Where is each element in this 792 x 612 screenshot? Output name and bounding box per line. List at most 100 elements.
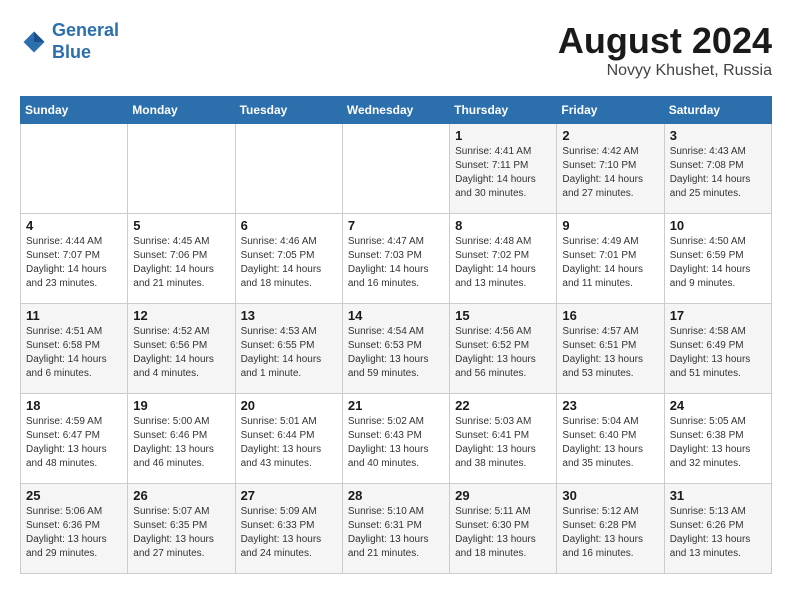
day-number: 11	[26, 308, 122, 323]
calendar-cell: 16 Sunrise: 4:57 AMSunset: 6:51 PMDayligh…	[557, 304, 664, 394]
logo-blue: Blue	[52, 42, 119, 64]
day-number: 14	[348, 308, 444, 323]
logo-text: General Blue	[52, 20, 119, 63]
day-number: 23	[562, 398, 658, 413]
calendar-table: SundayMondayTuesdayWednesdayThursdayFrid…	[20, 96, 772, 574]
day-info: Sunrise: 5:05 AMSunset: 6:38 PMDaylight:…	[670, 415, 766, 471]
calendar-cell: 11 Sunrise: 4:51 AMSunset: 6:58 PMDayligh…	[21, 304, 128, 394]
weekday-header-row: SundayMondayTuesdayWednesdayThursdayFrid…	[21, 97, 772, 124]
day-number: 29	[455, 488, 551, 503]
page-header: General Blue August 2024 Novyy Khushet, …	[20, 20, 772, 80]
day-info: Sunrise: 5:04 AMSunset: 6:40 PMDaylight:…	[562, 415, 658, 471]
calendar-cell: 23 Sunrise: 5:04 AMSunset: 6:40 PMDayligh…	[557, 394, 664, 484]
day-number: 7	[348, 218, 444, 233]
day-number: 31	[670, 488, 766, 503]
day-number: 22	[455, 398, 551, 413]
day-info: Sunrise: 4:43 AMSunset: 7:08 PMDaylight:…	[670, 145, 766, 201]
calendar-cell: 19 Sunrise: 5:00 AMSunset: 6:46 PMDayligh…	[128, 394, 235, 484]
calendar-cell: 5Sunrise: 4:45 AMSunset: 7:06 PMDaylight…	[128, 214, 235, 304]
calendar-cell: 12 Sunrise: 4:52 AMSunset: 6:56 PMDayligh…	[128, 304, 235, 394]
day-number: 9	[562, 218, 658, 233]
day-number: 27	[241, 488, 337, 503]
day-number: 6	[241, 218, 337, 233]
calendar-week-row: 1 Sunrise: 4:41 AMSunset: 7:11 PMDaylight…	[21, 124, 772, 214]
day-number: 21	[348, 398, 444, 413]
day-info: Sunrise: 4:50 AMSunset: 6:59 PMDaylight:…	[670, 235, 766, 291]
day-number: 2	[562, 128, 658, 143]
location-subtitle: Novyy Khushet, Russia	[558, 62, 772, 80]
logo-icon	[20, 28, 48, 56]
day-number: 17	[670, 308, 766, 323]
day-number: 25	[26, 488, 122, 503]
calendar-cell: 31Sunrise: 5:13 AMSunset: 6:26 PMDayligh…	[664, 484, 771, 574]
day-info: Sunrise: 5:10 AMSunset: 6:31 PMDaylight:…	[348, 505, 444, 561]
calendar-cell: 14 Sunrise: 4:54 AMSunset: 6:53 PMDayligh…	[342, 304, 449, 394]
calendar-cell: 13 Sunrise: 4:53 AMSunset: 6:55 PMDayligh…	[235, 304, 342, 394]
day-info: Sunrise: 4:54 AMSunset: 6:53 PMDaylight:…	[348, 325, 444, 381]
day-info: Sunrise: 4:53 AMSunset: 6:55 PMDaylight:…	[241, 325, 337, 381]
day-number: 26	[133, 488, 229, 503]
day-info: Sunrise: 4:52 AMSunset: 6:56 PMDaylight:…	[133, 325, 229, 381]
calendar-week-row: 4Sunrise: 4:44 AMSunset: 7:07 PMDaylight…	[21, 214, 772, 304]
day-number: 5	[133, 218, 229, 233]
day-info: Sunrise: 4:48 AMSunset: 7:02 PMDaylight:…	[455, 235, 551, 291]
day-info: Sunrise: 4:46 AMSunset: 7:05 PMDaylight:…	[241, 235, 337, 291]
calendar-cell: 27 Sunrise: 5:09 AMSunset: 6:33 PMDayligh…	[235, 484, 342, 574]
calendar-cell: 6 Sunrise: 4:46 AMSunset: 7:05 PMDaylight…	[235, 214, 342, 304]
calendar-cell: 1 Sunrise: 4:41 AMSunset: 7:11 PMDaylight…	[450, 124, 557, 214]
day-number: 30	[562, 488, 658, 503]
day-info: Sunrise: 5:09 AMSunset: 6:33 PMDaylight:…	[241, 505, 337, 561]
calendar-cell: 17 Sunrise: 4:58 AMSunset: 6:49 PMDayligh…	[664, 304, 771, 394]
day-number: 13	[241, 308, 337, 323]
calendar-cell: 15 Sunrise: 4:56 AMSunset: 6:52 PMDayligh…	[450, 304, 557, 394]
day-info: Sunrise: 5:06 AMSunset: 6:36 PMDaylight:…	[26, 505, 122, 561]
day-info: Sunrise: 4:41 AMSunset: 7:11 PMDaylight:…	[455, 145, 551, 201]
day-info: Sunrise: 4:44 AMSunset: 7:07 PMDaylight:…	[26, 235, 122, 291]
calendar-cell: 25 Sunrise: 5:06 AMSunset: 6:36 PMDayligh…	[21, 484, 128, 574]
calendar-cell: 3Sunrise: 4:43 AMSunset: 7:08 PMDaylight…	[664, 124, 771, 214]
day-info: Sunrise: 4:58 AMSunset: 6:49 PMDaylight:…	[670, 325, 766, 381]
calendar-cell: 7 Sunrise: 4:47 AMSunset: 7:03 PMDaylight…	[342, 214, 449, 304]
calendar-cell: 9Sunrise: 4:49 AMSunset: 7:01 PMDaylight…	[557, 214, 664, 304]
calendar-cell	[128, 124, 235, 214]
calendar-cell	[342, 124, 449, 214]
day-number: 8	[455, 218, 551, 233]
day-number: 15	[455, 308, 551, 323]
calendar-cell: 4Sunrise: 4:44 AMSunset: 7:07 PMDaylight…	[21, 214, 128, 304]
day-number: 12	[133, 308, 229, 323]
logo: General Blue	[20, 20, 119, 63]
calendar-cell: 29 Sunrise: 5:11 AMSunset: 6:30 PMDayligh…	[450, 484, 557, 574]
calendar-cell: 18Sunrise: 4:59 AMSunset: 6:47 PMDayligh…	[21, 394, 128, 484]
weekday-header-wednesday: Wednesday	[342, 97, 449, 124]
day-number: 19	[133, 398, 229, 413]
day-info: Sunrise: 5:11 AMSunset: 6:30 PMDaylight:…	[455, 505, 551, 561]
calendar-cell: 10Sunrise: 4:50 AMSunset: 6:59 PMDayligh…	[664, 214, 771, 304]
calendar-week-row: 25 Sunrise: 5:06 AMSunset: 6:36 PMDayligh…	[21, 484, 772, 574]
day-number: 16	[562, 308, 658, 323]
weekday-header-saturday: Saturday	[664, 97, 771, 124]
day-info: Sunrise: 4:42 AMSunset: 7:10 PMDaylight:…	[562, 145, 658, 201]
day-number: 20	[241, 398, 337, 413]
day-number: 28	[348, 488, 444, 503]
calendar-cell	[21, 124, 128, 214]
month-year-title: August 2024	[558, 20, 772, 62]
day-info: Sunrise: 4:56 AMSunset: 6:52 PMDaylight:…	[455, 325, 551, 381]
day-info: Sunrise: 5:00 AMSunset: 6:46 PMDaylight:…	[133, 415, 229, 471]
day-number: 18	[26, 398, 122, 413]
calendar-cell: 28 Sunrise: 5:10 AMSunset: 6:31 PMDayligh…	[342, 484, 449, 574]
calendar-cell: 24 Sunrise: 5:05 AMSunset: 6:38 PMDayligh…	[664, 394, 771, 484]
calendar-cell: 8 Sunrise: 4:48 AMSunset: 7:02 PMDaylight…	[450, 214, 557, 304]
day-number: 1	[455, 128, 551, 143]
day-number: 24	[670, 398, 766, 413]
day-info: Sunrise: 5:01 AMSunset: 6:44 PMDaylight:…	[241, 415, 337, 471]
day-info: Sunrise: 4:57 AMSunset: 6:51 PMDaylight:…	[562, 325, 658, 381]
day-info: Sunrise: 4:51 AMSunset: 6:58 PMDaylight:…	[26, 325, 122, 381]
day-info: Sunrise: 5:12 AMSunset: 6:28 PMDaylight:…	[562, 505, 658, 561]
day-info: Sunrise: 4:47 AMSunset: 7:03 PMDaylight:…	[348, 235, 444, 291]
calendar-week-row: 18Sunrise: 4:59 AMSunset: 6:47 PMDayligh…	[21, 394, 772, 484]
logo-general: General	[52, 20, 119, 40]
weekday-header-friday: Friday	[557, 97, 664, 124]
weekday-header-tuesday: Tuesday	[235, 97, 342, 124]
title-section: August 2024 Novyy Khushet, Russia	[558, 20, 772, 80]
day-info: Sunrise: 5:03 AMSunset: 6:41 PMDaylight:…	[455, 415, 551, 471]
